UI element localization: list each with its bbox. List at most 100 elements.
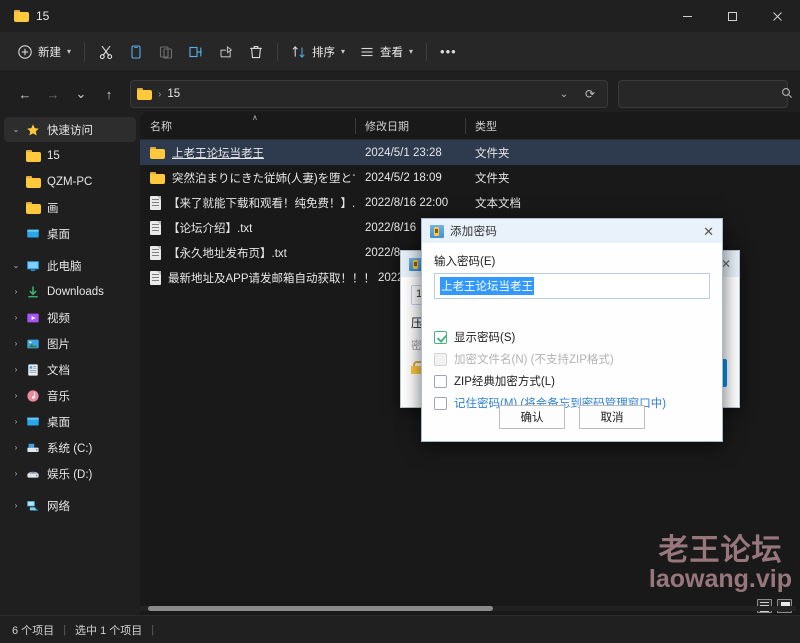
desktop-icon [24,415,42,429]
share-button[interactable] [211,38,241,66]
sidebar-item-label: QZM-PC [47,175,93,188]
paste-button[interactable] [151,38,181,66]
sidebar-item-music[interactable]: › 音乐 [4,383,136,408]
password-input[interactable]: 上老王论坛当老王 [434,273,710,299]
delete-button[interactable] [241,38,271,66]
table-row[interactable]: 上老王论坛当老王 2024/5/1 23:28 文件夹 [140,140,800,165]
add-password-dialog[interactable]: 添加密码 ✕ 输入密码(E) 上老王论坛当老王 显示密码(S) 加密文件名(N)… [421,218,723,442]
sidebar-item-downloads[interactable]: › Downloads [4,279,136,304]
text-file-icon [150,220,161,235]
chevron-right-icon[interactable]: › [8,391,24,400]
close-icon [773,11,782,21]
sidebar-item-videos[interactable]: › 视频 [4,305,136,330]
sidebar-group-this-pc[interactable]: ⌄ 此电脑 [4,253,136,278]
checkbox-label: 显示密码(S) [454,332,516,344]
new-button[interactable]: 新建 ▾ [10,38,78,66]
refresh-button[interactable]: ⟳ [579,83,601,105]
chevron-right-icon[interactable]: › [8,313,24,322]
column-header-date[interactable]: 修改日期 [355,112,465,140]
chevron-right-icon[interactable]: › [8,501,24,510]
toolbar-divider-3 [426,42,428,61]
sidebar-item-label: Downloads [47,285,104,298]
maximize-button[interactable] [710,0,755,32]
sidebar-item-documents[interactable]: › 文档 [4,357,136,382]
folder-icon [150,146,165,159]
column-header-name[interactable]: 名称 [140,112,355,140]
back-button[interactable]: ← [12,81,38,107]
minimize-button[interactable] [665,0,710,32]
sidebar-item-label: 文档 [47,364,70,377]
sidebar-item-network[interactable]: › 网络 [4,493,136,518]
sidebar-item-pictures[interactable]: › 图片 [4,331,136,356]
copy-button[interactable] [121,38,151,66]
chevron-right-icon[interactable]: › [8,417,24,426]
table-row[interactable]: 突然泊まりにきた従姉(人妻)を堕とす話 2024/5/2 18:09 文件夹 [140,165,800,190]
sidebar-item-qzm-pc[interactable]: QZM-PC [4,169,136,194]
file-type: 文件夹 [475,172,510,185]
chevron-down-icon[interactable]: ⌄ [8,125,24,134]
selected-count: 选中 1 个项目 [75,624,143,637]
more-options-button[interactable]: ••• [433,38,464,66]
search-input[interactable] [627,88,781,100]
chevron-right-icon[interactable]: › [8,365,24,374]
navigation-pane[interactable]: ⌄ 快速访问 15 QZM-PC 画 桌面 ⌄ 此电脑 › Downloads … [0,112,140,615]
folder-icon [24,201,42,214]
view-button[interactable]: 查看 ▾ [352,38,420,66]
desktop-icon [24,227,42,241]
dialog-title: 添加密码 [450,226,498,238]
address-dropdown-button[interactable]: ⌄ [553,83,575,105]
copy-icon [131,44,141,59]
show-password-checkbox-row[interactable]: 显示密码(S) [434,329,710,345]
sidebar-item-15[interactable]: 15 [4,143,136,168]
forward-button[interactable]: → [40,81,66,107]
status-separator: | [63,623,67,636]
folder-icon [14,10,29,22]
chevron-right-icon[interactable]: › [8,339,24,348]
encrypt-filename-checkbox-row: 加密文件名(N) (不支持ZIP格式) [434,351,710,367]
network-icon [24,499,42,513]
sidebar-item-desktop[interactable]: 桌面 [4,221,136,246]
file-name: 【来了就能下载和观看！纯免费！】.txt [168,197,355,210]
window-tab[interactable]: 15 [10,6,59,26]
recent-locations-button[interactable]: ⌄ [68,81,94,107]
chevron-down-icon[interactable]: ⌄ [8,261,24,270]
drive-system-icon [24,441,42,455]
chevron-right-icon[interactable]: › [8,287,24,296]
password-label: 输入密码(E) [434,256,496,268]
folder-icon [150,171,165,184]
checkbox-checked-icon[interactable] [434,330,447,344]
breadcrumb[interactable]: 15 [167,88,180,100]
rename-button[interactable] [181,38,211,66]
maximize-icon [728,11,737,21]
sort-button[interactable]: 排序 ▾ [284,38,352,66]
search-box[interactable] [618,80,792,108]
cancel-button[interactable]: 取消 [579,405,645,429]
sidebar-item-drive-c[interactable]: › 系统 (C:) [4,435,136,460]
dialog-footer: 确认 取消 [422,405,722,429]
cut-button[interactable] [91,38,121,66]
pictures-icon [24,337,42,351]
close-button[interactable] [755,0,800,32]
up-button[interactable]: ↑ [96,81,122,107]
sidebar-item-label: 桌面 [47,228,70,241]
file-name: 上老王论坛当老王 [172,147,264,160]
chevron-right-icon[interactable]: › [8,469,24,478]
sidebar-item-hua[interactable]: 画 [4,195,136,220]
sidebar-group-quick-access[interactable]: ⌄ 快速访问 [4,117,136,142]
checkbox-icon[interactable] [434,374,447,388]
sidebar-item-label: 网络 [47,500,70,513]
table-row[interactable]: 【来了就能下载和观看！纯免费！】.txt 2022/8/16 22:00 文本文… [140,190,800,215]
ok-button[interactable]: 确认 [499,405,565,429]
dialog-checkbox-group: 显示密码(S) 加密文件名(N) (不支持ZIP格式) ZIP经典加密方式(L)… [434,329,710,411]
horizontal-scrollbar-thumb[interactable] [148,606,493,611]
zip-legacy-checkbox-row[interactable]: ZIP经典加密方式(L) [434,373,710,389]
address-bar[interactable]: › 15 ⌄ ⟳ [130,80,608,108]
chevron-right-icon[interactable]: › [8,443,24,452]
checkbox-label: ZIP经典加密方式(L) [454,376,555,388]
close-icon[interactable]: ✕ [703,225,714,238]
checkbox-label: 加密文件名(N) (不支持ZIP格式) [454,354,614,366]
column-header-type[interactable]: 类型 [465,112,560,140]
sidebar-item-desktop-2[interactable]: › 桌面 [4,409,136,434]
music-icon [24,389,42,403]
sidebar-item-drive-d[interactable]: › 娱乐 (D:) [4,461,136,486]
